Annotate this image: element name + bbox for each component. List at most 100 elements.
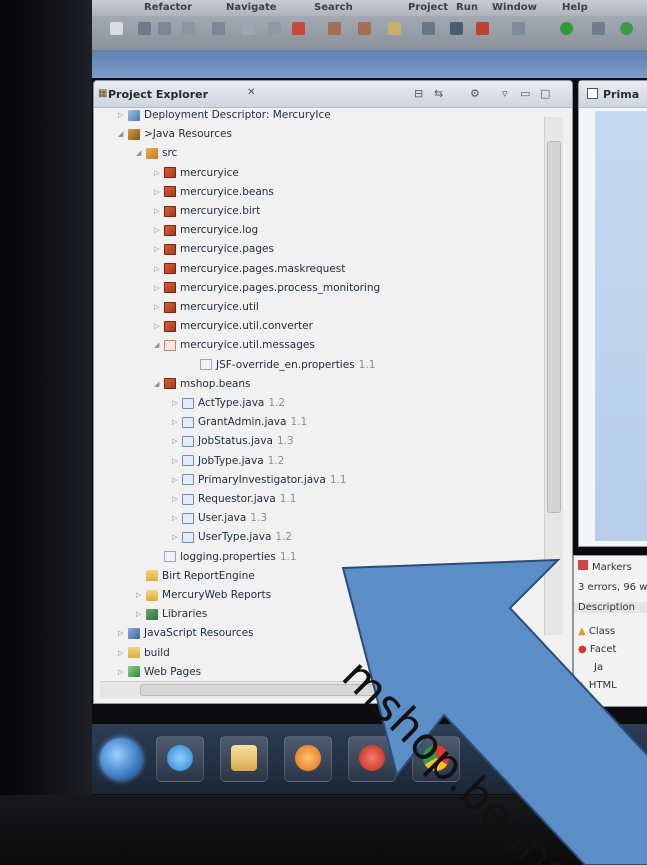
collapsed-twisty-icon[interactable]: ▷: [154, 322, 164, 330]
tree-item[interactable]: ◢ >Java Resources: [118, 128, 232, 146]
run-icon[interactable]: [560, 22, 573, 35]
save-all-icon[interactable]: [158, 22, 171, 35]
stop-icon[interactable]: [476, 22, 489, 35]
tree-item[interactable]: ▷ MercuryWeb Reports: [136, 589, 271, 607]
tree-item[interactable]: ▷ UserType.java 1.2: [172, 531, 292, 549]
horizontal-scrollbar[interactable]: [100, 681, 542, 698]
menu-run[interactable]: Run: [456, 2, 478, 13]
collapsed-twisty-icon[interactable]: ▷: [136, 591, 146, 599]
tree-item[interactable]: ▷ mercuryice.pages: [154, 243, 274, 261]
editor-tab[interactable]: Prima: [579, 81, 647, 108]
filter-icon[interactable]: ⚙: [470, 87, 480, 100]
print-icon[interactable]: [182, 22, 195, 35]
collapsed-twisty-icon[interactable]: ▷: [154, 207, 164, 215]
tree-item[interactable]: JSF-override_en.properties 1.1: [190, 359, 375, 377]
vertical-scroll-thumb[interactable]: [547, 141, 561, 513]
maximize-icon[interactable]: □: [540, 87, 550, 100]
start-button[interactable]: [100, 738, 142, 780]
tree-item[interactable]: ◢ mshop.beans: [154, 378, 250, 396]
markers-row[interactable]: Ja: [594, 662, 603, 673]
collapsed-twisty-icon[interactable]: ▷: [172, 418, 182, 426]
collapsed-twisty-icon[interactable]: ▷: [154, 226, 164, 234]
vertical-scrollbar[interactable]: [544, 117, 563, 635]
menu-window[interactable]: Window: [492, 2, 537, 13]
taskbar-media-button[interactable]: [284, 736, 332, 782]
markers-row[interactable]: ▲ Class: [578, 626, 615, 637]
open-type-icon[interactable]: [212, 22, 225, 35]
save-icon[interactable]: [138, 22, 151, 35]
step-icon[interactable]: [422, 22, 435, 35]
tree-item[interactable]: logging.properties 1.1: [154, 551, 297, 569]
back-icon[interactable]: [388, 22, 401, 35]
collapsed-twisty-icon[interactable]: ▷: [154, 265, 164, 273]
collapsed-twisty-icon[interactable]: ▷: [154, 284, 164, 292]
markers-tab[interactable]: Markers: [578, 560, 632, 573]
tree-item[interactable]: ▷ JobType.java 1.2: [172, 455, 284, 473]
menu-project[interactable]: Project: [408, 2, 448, 13]
collapsed-twisty-icon[interactable]: ▷: [172, 533, 182, 541]
taskbar-ie-button[interactable]: [156, 736, 204, 782]
tree-item[interactable]: Birt ReportEngine: [136, 570, 255, 588]
project-explorer-title[interactable]: Project Explorer: [108, 88, 208, 101]
menu-navigate[interactable]: Navigate: [226, 2, 277, 13]
terminal-icon[interactable]: [268, 22, 281, 35]
tree-item[interactable]: ▷ GrantAdmin.java 1.1: [172, 416, 307, 434]
undo-icon[interactable]: [328, 22, 341, 35]
tree-item[interactable]: ▷ User.java 1.3: [172, 512, 267, 530]
tree-item[interactable]: ▷ JobStatus.java 1.3: [172, 435, 294, 453]
collapsed-twisty-icon[interactable]: ▷: [154, 188, 164, 196]
collapsed-twisty-icon[interactable]: ▷: [154, 169, 164, 177]
expanded-twisty-icon[interactable]: ◢: [154, 380, 164, 388]
collapsed-twisty-icon[interactable]: ▷: [154, 303, 164, 311]
external-tools-icon[interactable]: [620, 22, 633, 35]
error-nav-icon[interactable]: [292, 22, 305, 35]
link-with-editor-icon[interactable]: ⇆: [434, 87, 443, 100]
debug-icon[interactable]: [512, 22, 525, 35]
tree-item[interactable]: ▷ ActType.java 1.2: [172, 397, 285, 415]
collapsed-twisty-icon[interactable]: ▷: [172, 495, 182, 503]
collapsed-twisty-icon[interactable]: ▷: [118, 649, 128, 657]
collapsed-twisty-icon[interactable]: ▷: [118, 668, 128, 676]
menu-search[interactable]: Search: [314, 2, 353, 13]
tree-item[interactable]: ▷ mercuryice.util: [154, 301, 259, 319]
tree-item[interactable]: ▷ mercuryice.pages.maskrequest: [154, 263, 345, 281]
tree-item[interactable]: ▷ mercuryice.log: [154, 224, 258, 242]
search-icon[interactable]: [242, 22, 255, 35]
view-menu-icon[interactable]: ▿: [502, 87, 508, 100]
collapsed-twisty-icon[interactable]: ▷: [172, 457, 182, 465]
close-icon[interactable]: ✕: [247, 87, 255, 98]
collapsed-twisty-icon[interactable]: ▷: [118, 629, 128, 637]
tree-item[interactable]: ▷ mercuryice.pages.process_monitoring: [154, 282, 380, 300]
menu-help[interactable]: Help: [562, 2, 588, 13]
collapse-all-icon[interactable]: ⊟: [414, 87, 423, 100]
editor-content[interactable]: [595, 111, 647, 541]
tree-item[interactable]: ▷ mercuryice.birt: [154, 205, 260, 223]
collapsed-twisty-icon[interactable]: ▷: [172, 399, 182, 407]
tree-item[interactable]: ▷ PrimaryInvestigator.java 1.1: [172, 474, 347, 492]
markers-row[interactable]: ▲ HTML: [578, 680, 617, 691]
expanded-twisty-icon[interactable]: ◢: [118, 130, 128, 138]
run-dropdown-icon[interactable]: [592, 22, 605, 35]
tree-item[interactable]: ▷ mercuryice.util.converter: [154, 320, 313, 338]
tree-item[interactable]: ▷ mercuryice: [154, 167, 239, 185]
tree-item[interactable]: ▷ build: [118, 647, 170, 665]
tree-item[interactable]: ▷ mercuryice.beans: [154, 186, 274, 204]
tree-item[interactable]: ▷ Libraries: [136, 608, 207, 626]
redo-icon[interactable]: [358, 22, 371, 35]
expanded-twisty-icon[interactable]: ◢: [154, 341, 164, 349]
collapsed-twisty-icon[interactable]: ▷: [172, 476, 182, 484]
tree-item[interactable]: ▷ Deployment Descriptor: MercuryIce: [118, 109, 331, 127]
menu-refactor[interactable]: Refactor: [144, 2, 192, 13]
collapsed-twisty-icon[interactable]: ▷: [136, 610, 146, 618]
tree-item[interactable]: ◢ src: [136, 147, 177, 165]
tree-item[interactable]: ▷ JavaScript Resources: [118, 627, 254, 645]
collapsed-twisty-icon[interactable]: ▷: [172, 514, 182, 522]
markers-column-description[interactable]: Description: [574, 602, 647, 613]
collapsed-twisty-icon[interactable]: ▷: [172, 437, 182, 445]
tree-item[interactable]: ◢ mercuryice.util.messages: [154, 339, 315, 357]
taskbar-explorer-button[interactable]: [220, 736, 268, 782]
collapsed-twisty-icon[interactable]: ▷: [154, 245, 164, 253]
new-icon[interactable]: [110, 22, 123, 35]
pause-icon[interactable]: [450, 22, 463, 35]
expanded-twisty-icon[interactable]: ◢: [136, 149, 146, 157]
